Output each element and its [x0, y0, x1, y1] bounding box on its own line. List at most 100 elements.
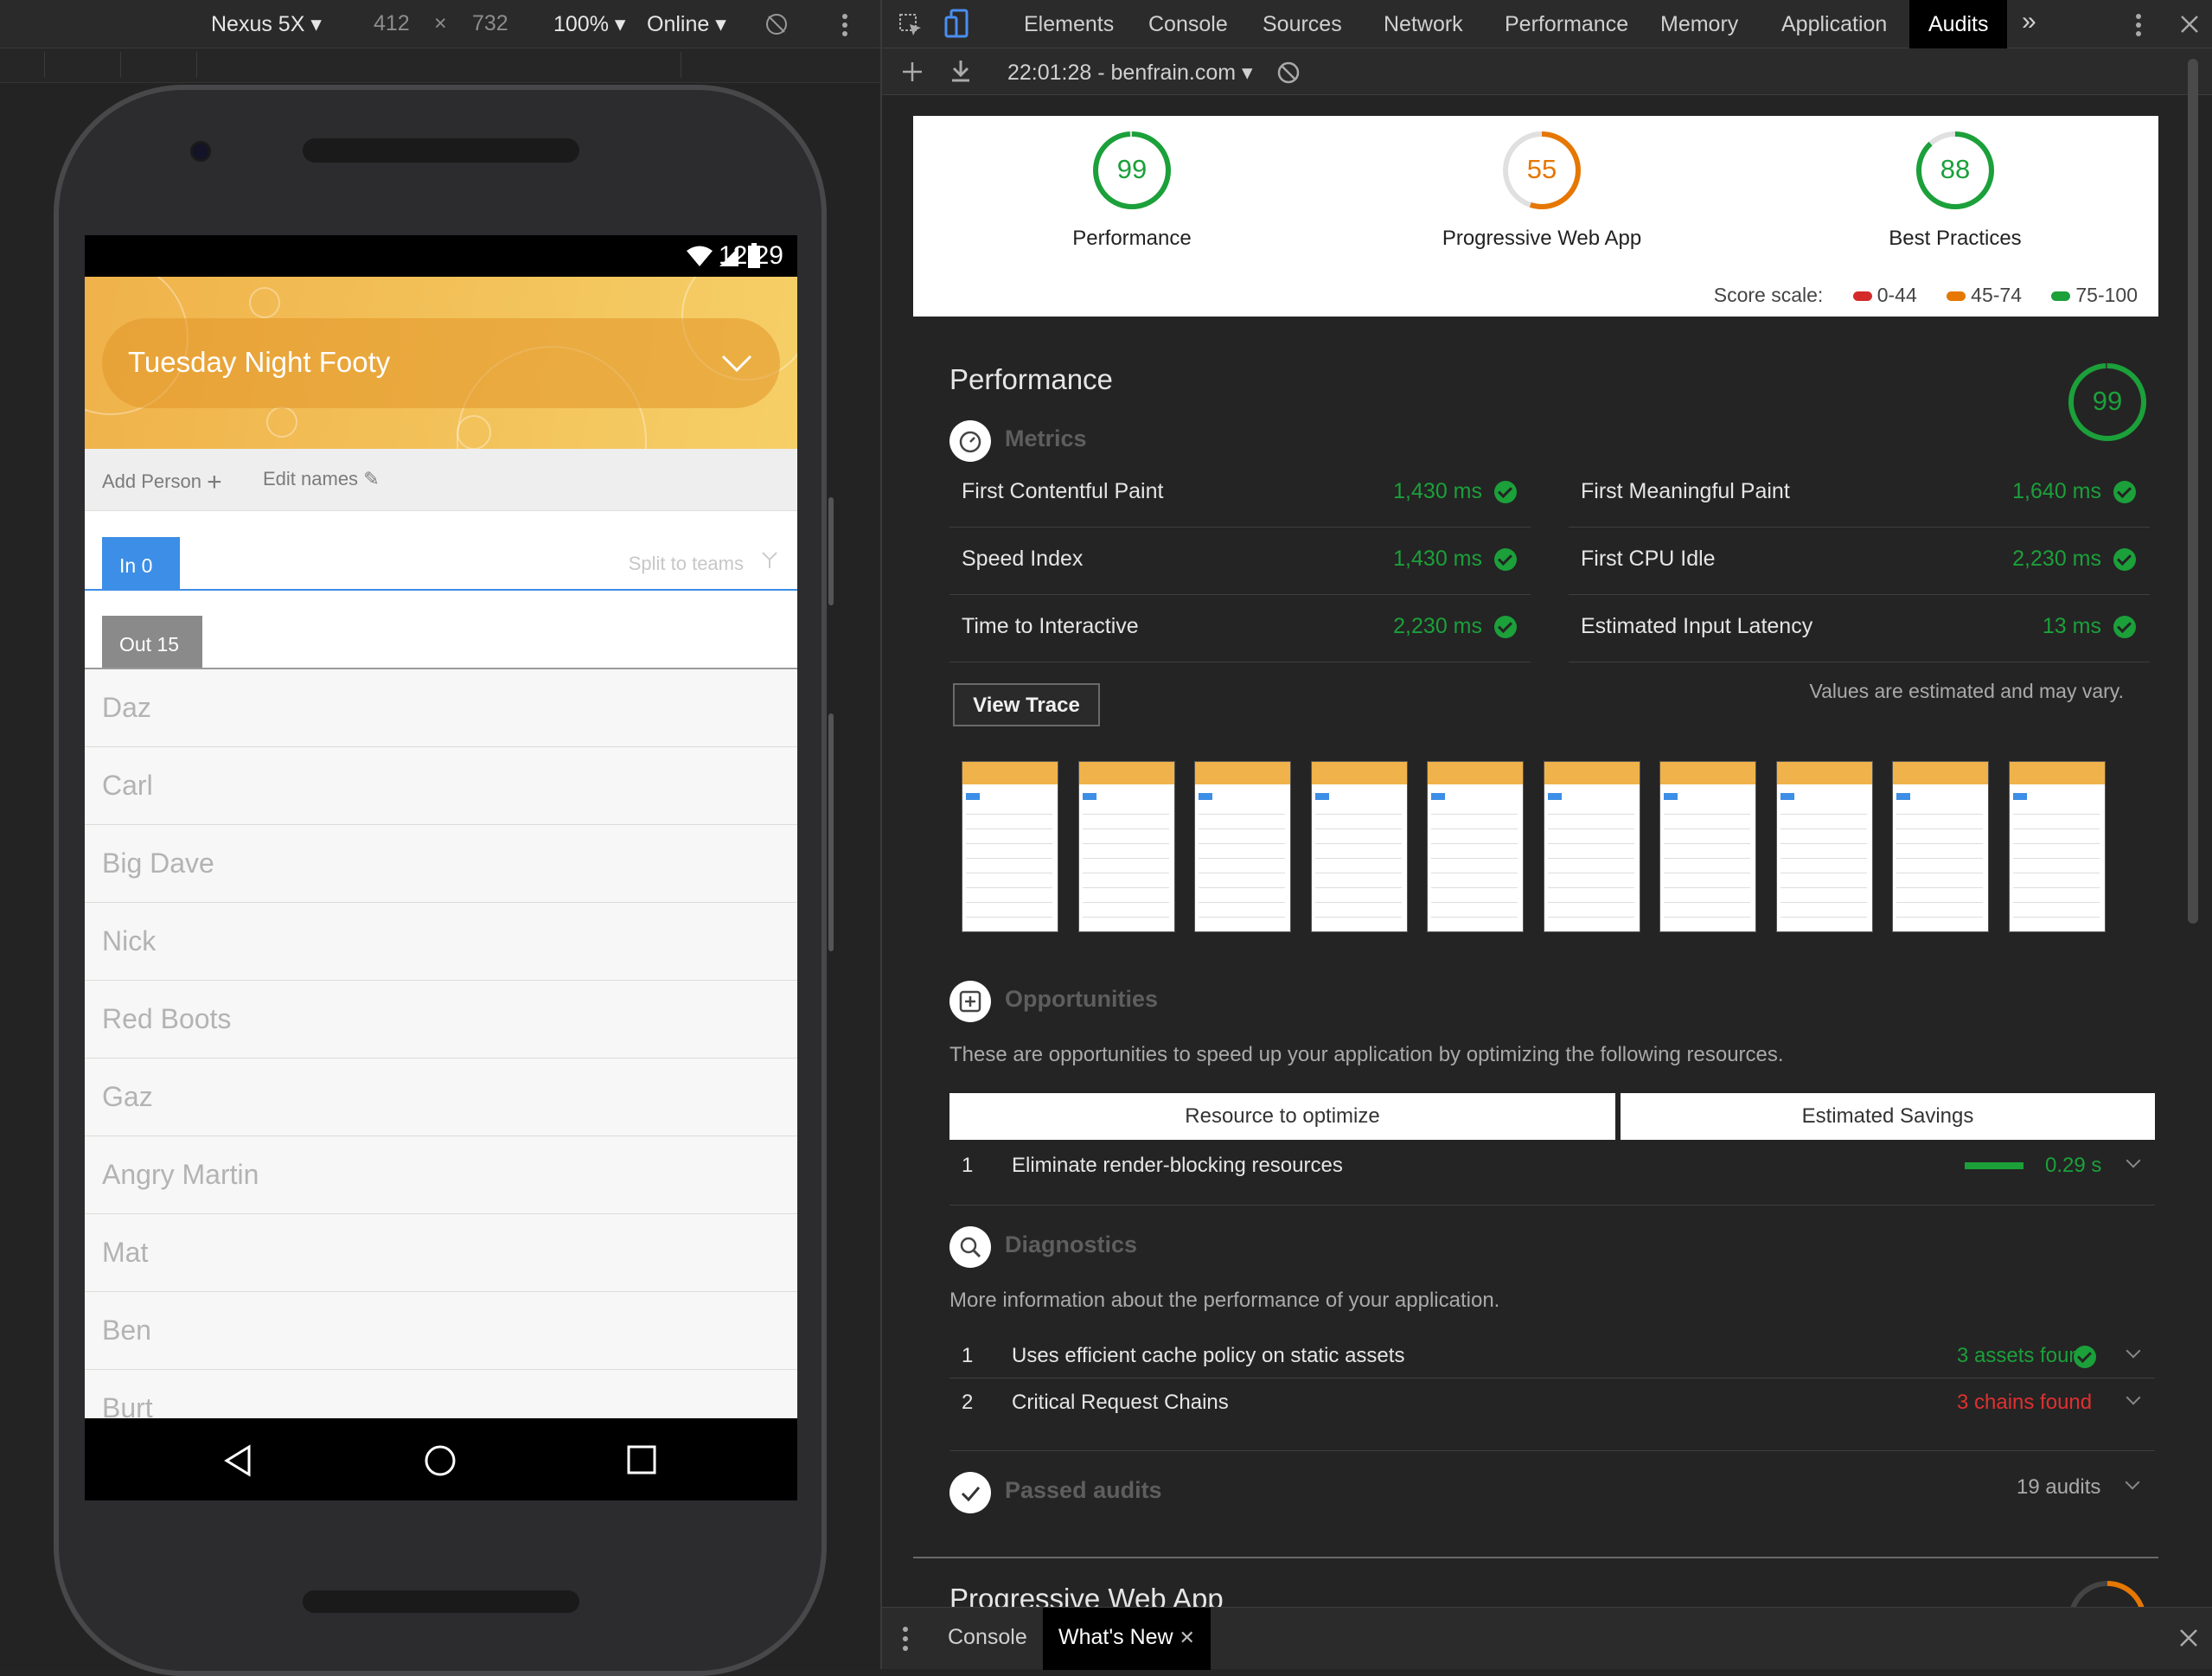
list-item[interactable]: Gaz — [85, 1059, 797, 1136]
view-trace-button[interactable]: View Trace — [953, 683, 1100, 726]
pass-check-icon — [2113, 548, 2136, 571]
drawer-tab-bar: Console What's New ✕ — [882, 1607, 2212, 1670]
metric-label: First Meaningful Paint — [1581, 479, 1790, 503]
recents-icon[interactable] — [626, 1444, 657, 1475]
list-item[interactable]: Mat — [85, 1214, 797, 1292]
chevron-down-icon[interactable] — [2126, 1390, 2141, 1405]
device-select[interactable]: Nexus 5X ▾ — [211, 11, 322, 37]
tab-console[interactable]: Console — [1148, 12, 1228, 37]
plus-icon[interactable] — [901, 61, 924, 83]
gauge-value: 88 — [1940, 154, 1971, 184]
person-name: Nick — [102, 925, 157, 956]
diagnostic-row[interactable]: 2 Critical Request Chains 3 chains found — [949, 1379, 2155, 1451]
split-icon — [762, 552, 777, 568]
height-input[interactable]: 732 — [472, 11, 508, 36]
network-throttle-select[interactable]: Online ▾ — [647, 11, 726, 37]
back-icon[interactable] — [223, 1444, 253, 1477]
list-item[interactable]: Big Dave — [85, 825, 797, 903]
opportunity-row[interactable]: 1 Eliminate render-blocking resources 0.… — [949, 1140, 2155, 1206]
android-status-bar: 12:29 — [85, 235, 797, 277]
tab-network[interactable]: Network — [1384, 12, 1463, 37]
clear-icon[interactable] — [1276, 61, 1301, 85]
status-time: 12:29 — [718, 241, 783, 270]
gauge-pwa[interactable]: 55 — [1501, 130, 1582, 211]
gauge-best-practices[interactable]: 88 — [1915, 130, 1996, 211]
tab-audits[interactable]: Audits — [1909, 0, 2008, 48]
filmstrip-frame — [1427, 761, 1524, 932]
scale-fail: 0-44 — [1876, 284, 1917, 306]
list-item[interactable]: Ben — [85, 1292, 797, 1370]
phone-speaker — [303, 138, 579, 163]
report-select[interactable]: 22:01:28 - benfrain.com ▾ — [1007, 60, 1253, 86]
drawer-tab-console[interactable]: Console — [948, 1625, 1027, 1650]
edit-names-button[interactable]: Edit names ✎ — [263, 468, 380, 490]
add-person-button[interactable]: Add Person + — [102, 468, 222, 497]
filmstrip-frame — [962, 761, 1058, 932]
chevron-down-icon[interactable] — [2125, 1474, 2140, 1490]
tab-elements[interactable]: Elements — [1024, 12, 1114, 37]
metric-label: Time to Interactive — [962, 614, 1139, 638]
more-options-icon[interactable] — [841, 12, 849, 38]
diagnostic-row[interactable]: 1 Uses efficient cache policy on static … — [949, 1332, 2155, 1379]
metric-value: 2,230 ms — [2012, 547, 2101, 571]
inspect-element-icon[interactable] — [898, 12, 924, 38]
list-item[interactable]: Nick — [85, 903, 797, 981]
score-scale-label: Score scale: — [1713, 284, 1824, 306]
list-item[interactable]: Red Boots — [85, 981, 797, 1059]
app-header: Tuesday Night Footy — [85, 277, 797, 449]
list-item[interactable]: Angry Martin — [85, 1136, 797, 1214]
rotate-icon[interactable] — [764, 12, 789, 36]
gauge-label: Progressive Web App — [1442, 227, 1642, 250]
metric-label: Estimated Input Latency — [1581, 614, 1813, 638]
android-nav-bar — [85, 1418, 797, 1500]
scrollbar[interactable] — [828, 497, 834, 605]
person-name: Big Dave — [102, 848, 214, 879]
gauge-label: Best Practices — [1889, 227, 2022, 250]
tab-application[interactable]: Application — [1781, 12, 1887, 37]
close-icon[interactable] — [2179, 14, 2200, 35]
download-icon[interactable] — [949, 59, 972, 83]
gauge-performance[interactable]: 99 — [1091, 130, 1173, 211]
zoom-select[interactable]: 100% ▾ — [553, 11, 625, 37]
opportunities-heading: Opportunities — [1005, 986, 1158, 1012]
more-tabs-icon[interactable]: » — [2022, 7, 2036, 36]
zoom-value: 100% — [553, 12, 609, 36]
width-input[interactable]: 412 — [374, 11, 410, 36]
filmstrip-frame — [1892, 761, 1989, 932]
average-swatch — [1947, 291, 1966, 302]
chevron-down-icon[interactable] — [2126, 1153, 2141, 1168]
diagnostics-description: More information about the performance o… — [949, 1289, 1500, 1312]
tab-performance[interactable]: Performance — [1505, 12, 1628, 37]
team-name: Tuesday Night Footy — [128, 346, 391, 378]
drawer-tab-whats-new[interactable]: What's New ✕ — [1043, 1608, 1211, 1670]
dimension-times: × — [434, 11, 447, 35]
person-name: Angry Martin — [102, 1159, 259, 1190]
edit-names-label: Edit names — [263, 468, 359, 489]
list-item[interactable]: Carl — [85, 747, 797, 825]
devtools-menu-icon[interactable] — [2134, 12, 2143, 38]
tab-sources[interactable]: Sources — [1263, 12, 1342, 37]
list-item[interactable]: Daz — [85, 669, 797, 747]
team-selector[interactable]: Tuesday Night Footy — [102, 318, 780, 408]
home-icon[interactable] — [424, 1444, 457, 1477]
metric-value: 1,640 ms — [2012, 479, 2101, 503]
gauge-label: Performance — [1072, 227, 1192, 250]
passed-audits-heading[interactable]: Passed audits — [1005, 1477, 1162, 1504]
metric-label: Speed Index — [962, 547, 1084, 571]
tab-memory[interactable]: Memory — [1660, 12, 1738, 37]
pass-check-icon — [2113, 481, 2136, 503]
device-toolbar-icon[interactable] — [944, 9, 970, 40]
close-drawer-icon[interactable] — [2179, 1628, 2198, 1647]
drawer-menu-icon[interactable] — [901, 1625, 910, 1653]
split-to-teams-button[interactable]: Split to teams — [629, 553, 744, 575]
performance-score-gauge: 99 — [2067, 361, 2148, 443]
scrollbar[interactable] — [828, 713, 834, 951]
tab-out[interactable]: Out 15 — [102, 616, 202, 668]
team-tabs: In 0 Split to teams Out 15 — [85, 511, 797, 684]
tab-in[interactable]: In 0 — [102, 537, 180, 589]
person-name: Ben — [102, 1315, 151, 1346]
scale-pass: 75-100 — [2075, 284, 2138, 306]
close-tab-icon[interactable]: ✕ — [1180, 1627, 1195, 1648]
chevron-down-icon[interactable] — [2126, 1343, 2141, 1359]
scrollbar[interactable] — [2188, 59, 2198, 924]
